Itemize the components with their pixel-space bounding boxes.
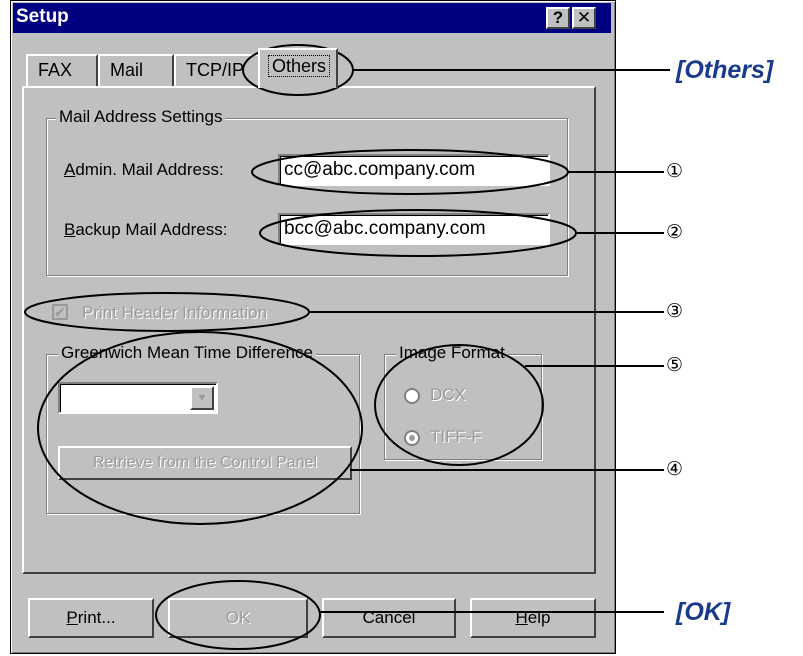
marker-4: ④ (666, 459, 684, 480)
ok-button-highlight (155, 580, 321, 650)
marker-3: ③ (666, 301, 684, 322)
gmt-highlight (37, 331, 363, 525)
marker-2: ② (666, 222, 684, 243)
marker-1: ① (666, 161, 684, 182)
annotation-overlay (24, 44, 670, 650)
admin-field-highlight (251, 149, 569, 195)
ok-callout: [OK] (676, 598, 731, 626)
others-callout: [Others] (676, 56, 774, 84)
tab-others[interactable]: Others (258, 48, 338, 88)
tab-others-label: Others (268, 55, 331, 77)
print-header-highlight (24, 292, 310, 332)
marker-5: ⑤ (666, 355, 684, 376)
backup-field-highlight (259, 209, 577, 257)
image-format-highlight (374, 344, 544, 466)
